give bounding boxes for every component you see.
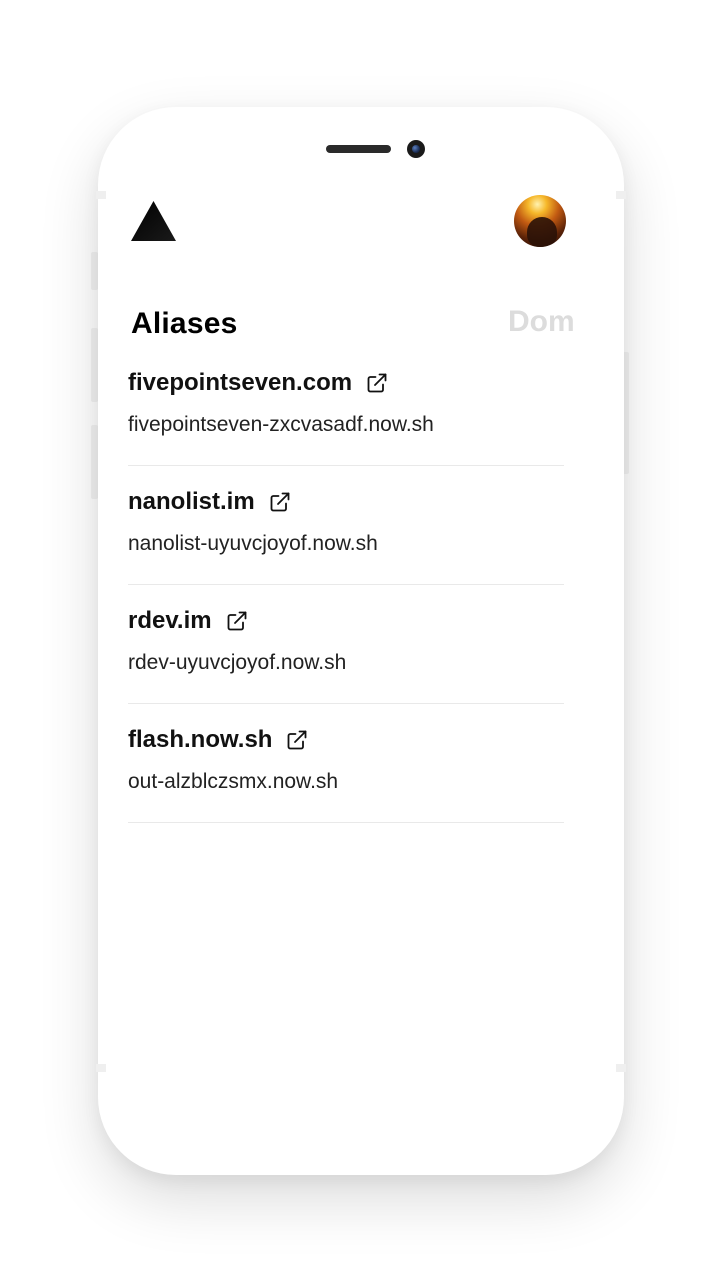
list-item[interactable]: fivepointseven.com fivepointseven-zxcvas… <box>128 347 564 466</box>
antenna-band <box>96 191 106 199</box>
earpiece-speaker <box>326 145 391 153</box>
alias-domain[interactable]: fivepointseven.com <box>128 369 352 397</box>
tab-domains-wrapper: Dom <box>500 300 576 350</box>
tab-aliases[interactable]: Aliases <box>131 307 237 341</box>
alias-list: fivepointseven.com fivepointseven-zxcvas… <box>128 347 564 823</box>
avatar[interactable] <box>514 195 566 247</box>
front-camera <box>407 140 425 158</box>
alias-domain[interactable]: flash.now.sh <box>128 726 272 754</box>
antenna-band <box>616 1064 626 1072</box>
antenna-band <box>616 191 626 199</box>
alias-domain-row: fivepointseven.com <box>128 369 388 397</box>
alias-domain[interactable]: rdev.im <box>128 607 212 635</box>
list-item[interactable]: nanolist.im nanolist-uyuvcjoyof.now.sh <box>128 466 564 585</box>
alias-domain-row: nanolist.im <box>128 488 291 516</box>
alias-domain[interactable]: nanolist.im <box>128 488 255 516</box>
tab-domains[interactable]: Dom <box>508 305 575 339</box>
antenna-band <box>96 1064 106 1072</box>
alias-domain-row: rdev.im <box>128 607 248 635</box>
alias-target: nanolist-uyuvcjoyof.now.sh <box>128 532 378 555</box>
mute-switch <box>91 252 98 290</box>
alias-target: rdev-uyuvcjoyof.now.sh <box>128 651 347 674</box>
list-item[interactable]: rdev.im rdev-uyuvcjoyof.now.sh <box>128 585 564 704</box>
external-link-icon[interactable] <box>269 491 291 513</box>
volume-up-button <box>91 328 98 402</box>
alias-target: fivepointseven-zxcvasadf.now.sh <box>128 413 434 436</box>
external-link-icon[interactable] <box>226 610 248 632</box>
external-link-icon[interactable] <box>286 729 308 751</box>
alias-target: out-alzblczsmx.now.sh <box>128 770 339 793</box>
screen: Aliases Dom fivepointseven.com fivepoint… <box>0 0 720 1280</box>
list-item[interactable]: flash.now.sh out-alzblczsmx.now.sh <box>128 704 564 823</box>
volume-down-button <box>91 425 98 499</box>
alias-domain-row: flash.now.sh <box>128 726 308 754</box>
external-link-icon[interactable] <box>366 372 388 394</box>
triangle-logo-icon[interactable] <box>131 201 176 241</box>
